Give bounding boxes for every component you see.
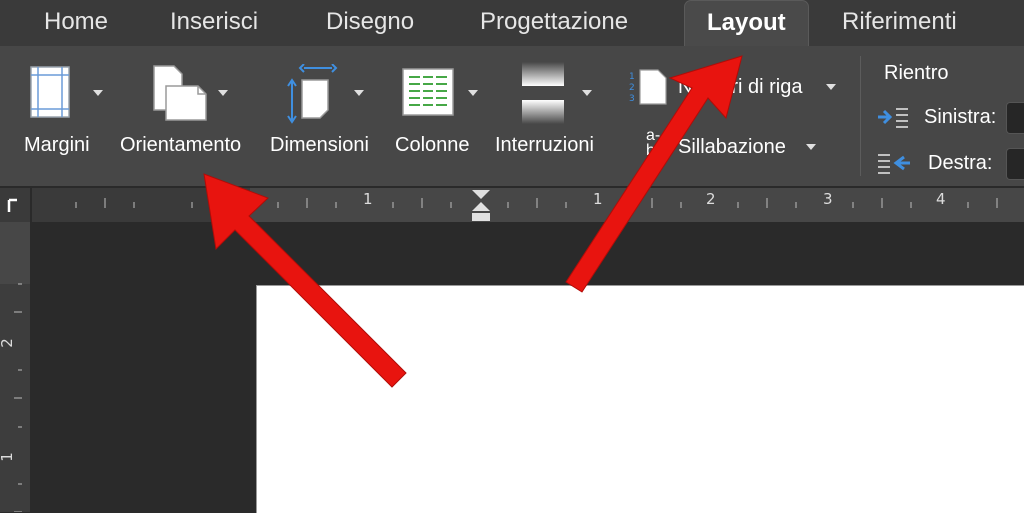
document-page[interactable]: [256, 285, 1024, 513]
chevron-down-icon: [582, 90, 592, 96]
sinistra-label: Sinistra:: [924, 106, 997, 128]
tab-progettazione[interactable]: Progettazione: [480, 0, 628, 46]
chevron-down-icon: [218, 90, 228, 96]
ruler-label: 1: [593, 190, 603, 208]
dimensioni-label: Dimensioni: [270, 134, 369, 156]
tab-disegno[interactable]: Disegno: [326, 0, 414, 46]
ruler-label: 2: [246, 190, 256, 208]
margini-label: Margini: [24, 134, 90, 156]
chevron-down-icon: [354, 90, 364, 96]
tab-inserisci[interactable]: Inserisci: [170, 0, 258, 46]
chevron-down-icon: [93, 90, 103, 96]
margini-button[interactable]: Margini: [20, 60, 106, 170]
rientro-title: Rientro: [884, 62, 949, 84]
ribbon-tab-bar: Home Inserisci Disegno Progettazione Lay…: [0, 0, 1024, 47]
numeri-di-riga-label: Numeri di riga: [678, 76, 803, 98]
svg-text:3: 3: [629, 94, 635, 104]
colonne-label: Colonne: [395, 134, 470, 156]
svg-text:2: 2: [629, 83, 635, 93]
hyphenation-icon: a-bc: [646, 127, 663, 159]
margins-icon: [30, 66, 70, 118]
vertical-ruler-ticks: [14, 283, 22, 512]
orientamento-label: Orientamento: [120, 134, 242, 156]
line-numbers-icon: 1 2 3: [629, 69, 667, 105]
numeri-di-riga-button[interactable]: 1 2 3 Numeri di riga: [628, 66, 844, 108]
ruler-label: 1: [0, 452, 16, 462]
tab-home[interactable]: Home: [44, 0, 108, 46]
tab-riferimenti[interactable]: Riferimenti: [842, 0, 957, 46]
first-line-indent-marker: [472, 190, 490, 199]
interruzioni-button[interactable]: Interruzioni: [492, 60, 612, 170]
ruler-label: 4: [936, 190, 946, 208]
orientation-icon: [153, 65, 207, 121]
ruler-label: 1: [363, 190, 373, 208]
svg-text:1: 1: [629, 72, 635, 82]
indent-left-field[interactable]: [1006, 102, 1024, 134]
indent-right-field[interactable]: [1006, 148, 1024, 180]
destra-label: Destra:: [928, 152, 993, 174]
chevron-down-icon: [468, 90, 478, 96]
chevron-down-icon: [826, 84, 836, 90]
dimensioni-button[interactable]: Dimensioni: [268, 60, 384, 170]
orientamento-button[interactable]: Orientamento: [118, 60, 260, 170]
ruler-ticks: [75, 190, 998, 221]
tab-stop-icon: [7, 198, 17, 212]
sillabazione-label: Sillabazione: [678, 136, 786, 158]
interruzioni-label: Interruzioni: [495, 134, 594, 156]
indent-right-icon: [878, 154, 910, 174]
tab-layout[interactable]: Layout: [684, 0, 809, 47]
sillabazione-button[interactable]: a-bc Sillabazione: [630, 128, 820, 166]
indent-left-icon: [878, 108, 908, 128]
ruler-label: 2: [706, 190, 716, 208]
ruler-tab-selector[interactable]: [0, 188, 30, 222]
columns-icon: [402, 68, 454, 116]
page-size-icon: [287, 64, 338, 124]
vertical-ruler[interactable]: 2 1: [0, 222, 30, 512]
horizontal-ruler[interactable]: 2 1 1 2 3 4: [32, 188, 1024, 222]
left-indent-marker: [472, 213, 490, 221]
ruler-label: 2: [0, 338, 16, 348]
ruler-label: 3: [823, 190, 833, 208]
chevron-down-icon: [806, 144, 816, 150]
colonne-button[interactable]: Colonne: [392, 60, 484, 170]
breaks-icon: [522, 62, 564, 124]
hanging-indent-marker: [472, 202, 490, 211]
ribbon-separator: [860, 56, 861, 176]
